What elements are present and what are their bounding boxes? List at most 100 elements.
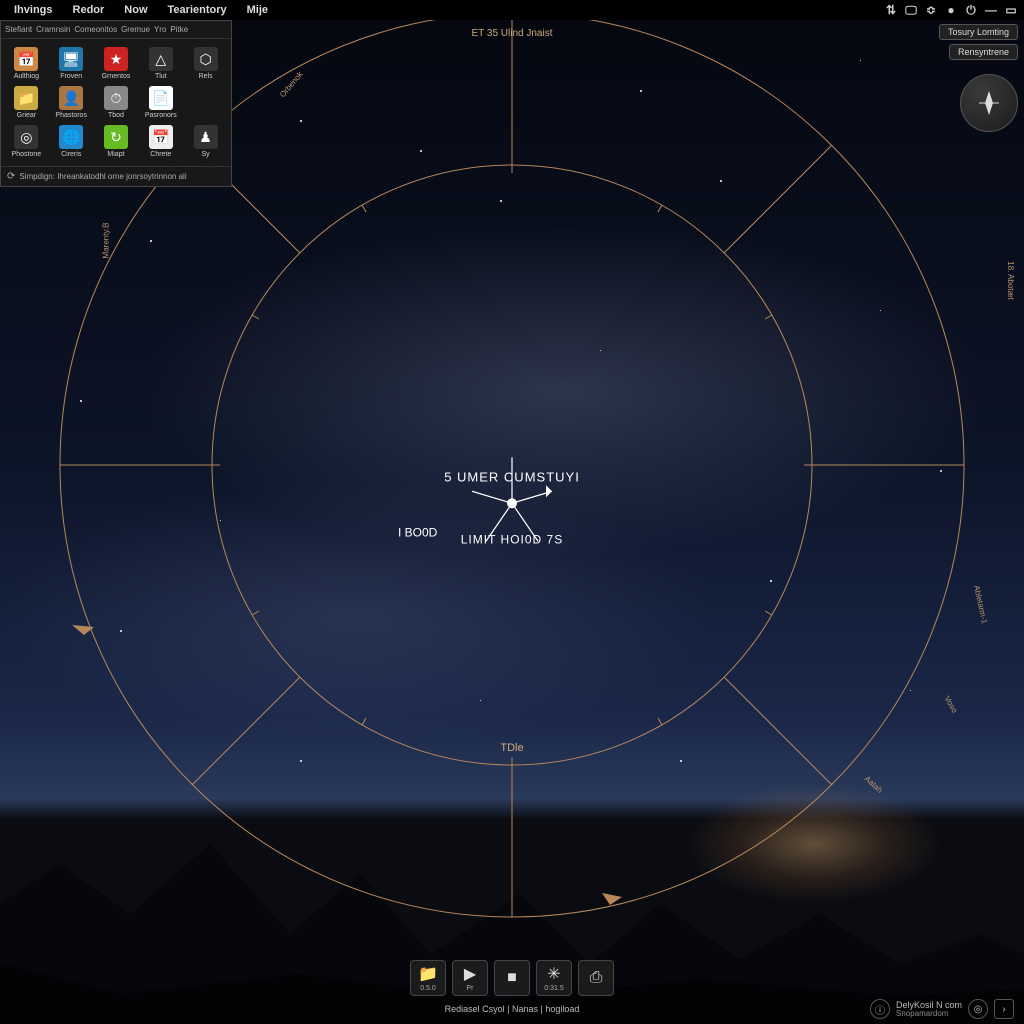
dock-caption: 0:31.5 [544,985,563,992]
window-icon[interactable]: ▭ [1004,3,1018,17]
print-icon: ⎙ [590,969,603,987]
status-bar: Rediasel Csyol | Nanas | hogiload ⓘ Dely… [0,1000,1024,1018]
app-label: Tlut [155,73,167,80]
center-line-top: 5 UMER CUMSTUYI [402,470,622,485]
launcher-footer-text: Simpdign: Ihreankatodhl orne jonrsoytrin… [19,172,186,181]
minimize-icon[interactable]: — [984,3,998,17]
monitor-icon: 🖥 [59,47,83,71]
app-label: Miapt [107,151,124,158]
stop-icon: ■ [507,969,517,987]
launcher-grid: 📅Aulthiog 🖥Froven ★Grnentos △Tlut ⬡Rels … [1,39,231,166]
menubar: Ihvings Redor Now Tearientory Mije ⇅ 🖵 ≎… [0,0,1024,20]
app-launcher-popup: Stefiant Cramnsin Comeonitos Gremue Yro … [0,20,232,187]
render-button[interactable]: Rensyntrene [949,44,1018,60]
globe-icon: 🌐 [59,125,83,149]
app-miapt[interactable]: ↻ Miapt [95,123,138,160]
app-cireris[interactable]: 🌐 Cireris [50,123,93,160]
launcher-tab[interactable]: Yro [154,25,166,34]
app-label: Grnentos [102,73,131,80]
app-label: Sy [202,151,210,158]
dock-play[interactable]: ▶ Pr [452,960,488,996]
launcher-tab[interactable]: Pitke [170,25,188,34]
refresh-icon: ↻ [104,125,128,149]
menu-redor[interactable]: Redor [63,4,115,16]
bottom-dock: 📁 0.5.0 ▶ Pr ■ ✳ 0:31.5 ⎙ [410,960,614,996]
launcher-tab[interactable]: Comeonitos [74,25,117,34]
app-sy[interactable]: ♟ Sy [184,123,227,160]
status-sublabel: Snopamardom [896,1010,962,1018]
app-aulthiog[interactable]: 📅 Aulthiog [5,45,48,82]
app-grnentos[interactable]: ★ Grnentos [95,45,138,82]
app-label: Froven [60,73,82,80]
calendar-icon: 📅 [14,47,38,71]
menu-mije[interactable]: Mije [237,4,278,16]
launcher-tab[interactable]: Stefiant [5,25,32,34]
perimeter-label: Marenty.B [101,223,110,259]
app-label: Aulthiog [14,73,39,80]
app-froven[interactable]: 🖥 Froven [50,45,93,82]
app-griear[interactable]: 📁 Griear [5,84,48,121]
status-right: ⓘ DelyKosil N com Snopamardom ◎ › [870,999,1014,1019]
folder-icon: 📁 [14,86,38,110]
menu-tearientory[interactable]: Tearientory [158,4,237,16]
dock-timelapse[interactable]: ✳ 0:31.5 [536,960,572,996]
hex-icon: ⬡ [194,47,218,71]
tide-label: TDle [500,742,523,754]
app-tbod[interactable]: ⏱ Tbod [95,84,138,121]
dock-caption: Pr [467,985,474,992]
compass-button[interactable] [960,74,1018,132]
dial-icon: ◎ [14,125,38,149]
view-controls: Tosury Lomting Rensyntrene [939,24,1018,132]
power-icon[interactable]: ⏻ [964,3,978,17]
app-chrete[interactable]: 📅 Chrete [139,123,182,160]
app-phostone[interactable]: ◎Phostone [5,123,48,160]
app-label: Rels [199,73,213,80]
dock-print[interactable]: ⎙ [578,960,614,996]
center-readout: 5 UMER CUMSTUYI I BO0D LIMIT HOI0D 7S [402,470,622,547]
app-phastoros[interactable]: 👤 Phastoros [50,84,93,121]
status-center-text: Rediasel Csyol | Nanas | hogiload [445,1004,580,1014]
display-icon[interactable]: 🖵 [904,3,918,17]
menu-now[interactable]: Now [114,4,157,16]
menu-ihvings[interactable]: Ihvings [4,4,63,16]
triangle-icon: △ [149,47,173,71]
target-button[interactable]: ◎ [968,999,988,1019]
app-rels[interactable]: ⬡ Rels [184,45,227,82]
sparkle-icon: ✳ [547,964,560,984]
app-empty [184,84,227,121]
app-label: Cireris [61,151,81,158]
compass-icon [974,88,1004,118]
app-label: Chrete [150,151,171,158]
ring-top-label: ET 35 Ulind Jnaist [472,28,553,39]
dock-stop[interactable]: ■ [494,960,530,996]
volume-icon[interactable]: ● [944,3,958,17]
bluetooth-icon[interactable]: ≎ [924,3,938,17]
launcher-tab[interactable]: Gremue [121,25,150,34]
chess-icon: ♟ [194,125,218,149]
launcher-footer[interactable]: Simpdign: Ihreankatodhl orne jonrsoytrin… [1,166,231,186]
app-label: Pasronors [145,112,177,119]
system-tray: ⇅ 🖵 ≎ ● ⏻ — ▭ [884,3,1024,17]
dock-caption: 0.5.0 [420,985,436,992]
app-label: Tbod [108,112,124,119]
launcher-tabstrip: Stefiant Cramnsin Comeonitos Gremue Yro … [1,25,231,39]
launcher-tab[interactable]: Cramnsin [36,25,70,34]
app-label: Phastoros [55,112,87,119]
dock-files[interactable]: 📁 0.5.0 [410,960,446,996]
app-label: Griear [17,112,36,119]
person-icon: 👤 [59,86,83,110]
expand-button[interactable]: › [994,999,1014,1019]
layers-button[interactable]: Tosury Lomting [939,24,1018,40]
app-pasronors[interactable]: 📄Pasronors [139,84,182,121]
app-tlut[interactable]: △ Tlut [139,45,182,82]
folder-icon: 📁 [418,964,438,984]
calendar2-icon: 📅 [149,125,173,149]
perimeter-label: 18. Abotæt [1006,261,1015,300]
star-icon: ★ [104,47,128,71]
blank-icon [194,86,218,110]
play-icon: ▶ [464,964,476,984]
info-button[interactable]: ⓘ [870,999,890,1019]
center-line-left: I BO0D [398,526,437,540]
clock-icon: ⏱ [104,86,128,110]
wifi-icon[interactable]: ⇅ [884,3,898,17]
